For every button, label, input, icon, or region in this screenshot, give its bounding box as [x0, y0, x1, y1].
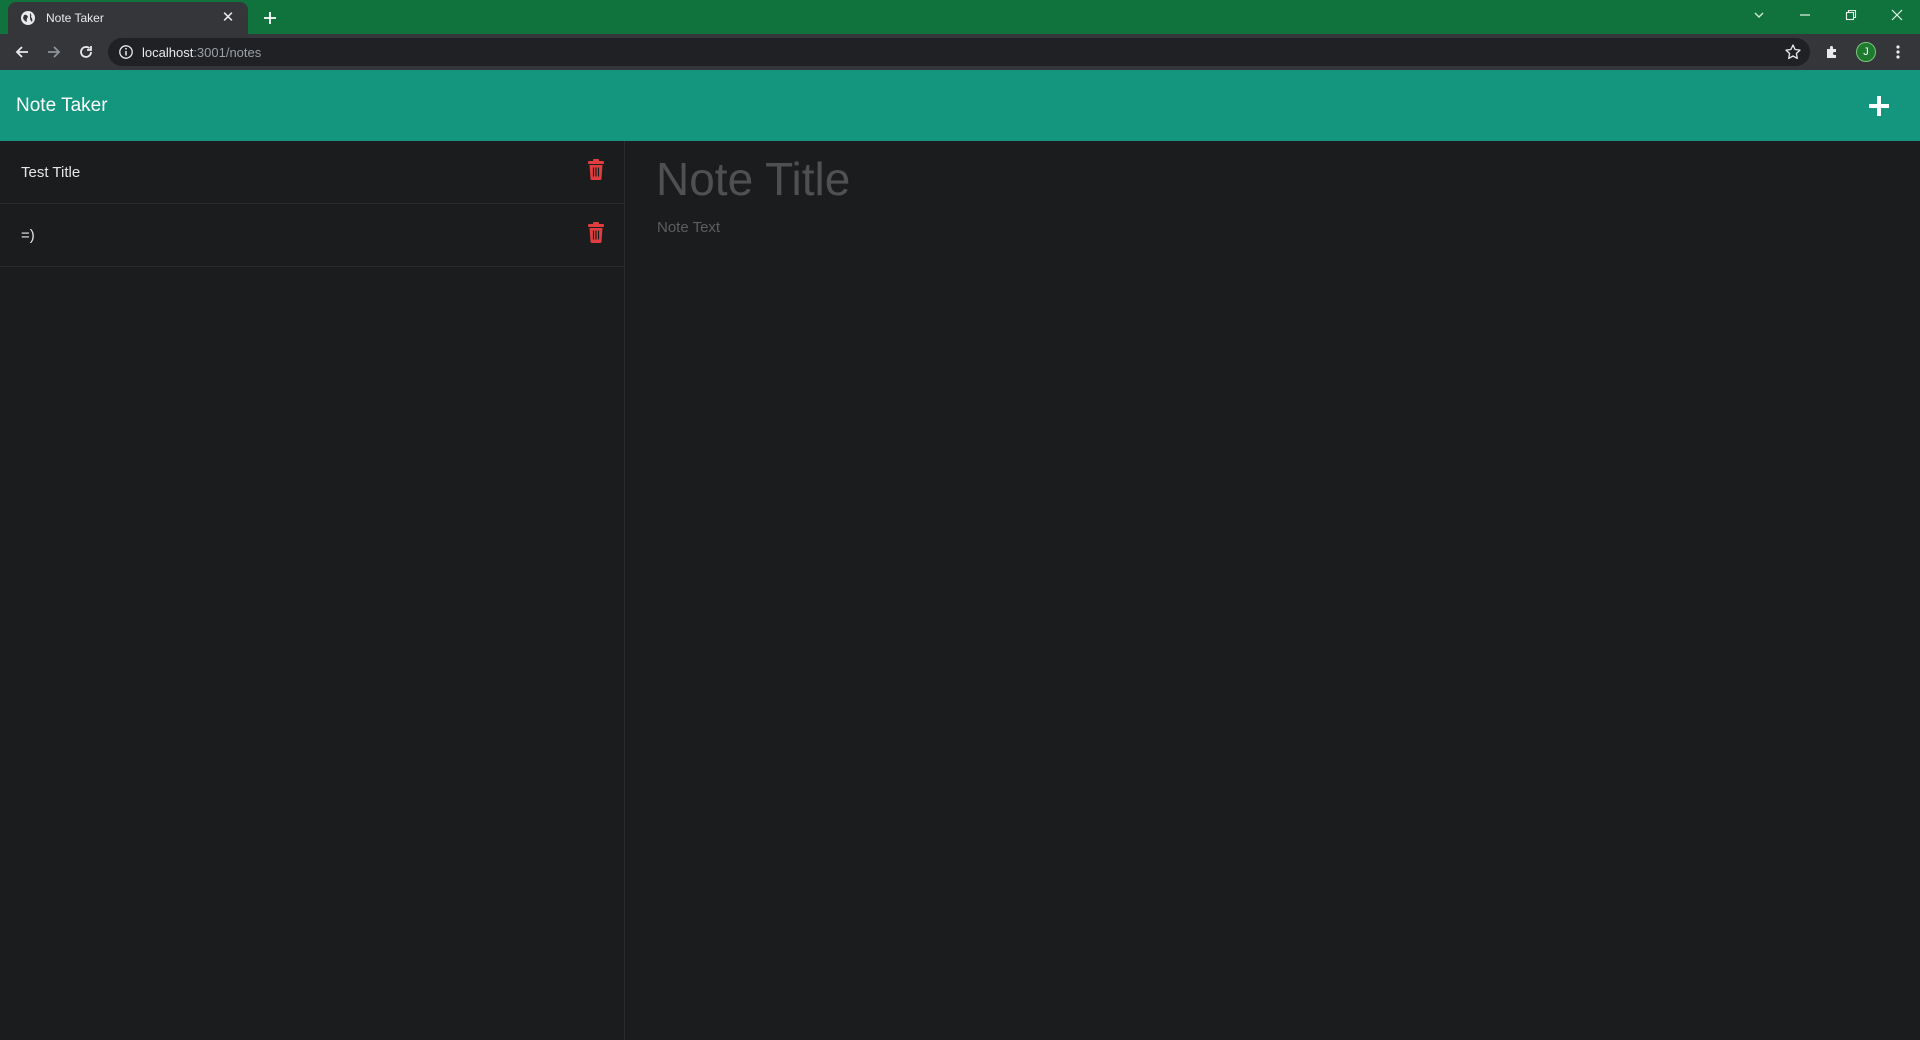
- tab-title: Note Taker: [46, 11, 104, 25]
- profile-avatar[interactable]: J: [1856, 42, 1876, 62]
- restore-icon: [1845, 9, 1857, 21]
- browser-toolbar: localhost:3001/notes J: [0, 34, 1920, 70]
- note-title-input[interactable]: [656, 151, 1886, 207]
- window-close-button[interactable]: [1874, 0, 1920, 30]
- trash-icon[interactable]: [587, 221, 605, 243]
- url-host: localhost: [142, 44, 194, 60]
- arrow-left-icon: [15, 46, 28, 58]
- globe-icon: [20, 10, 36, 26]
- minimize-icon: [1800, 14, 1810, 16]
- list-item[interactable]: Test Title: [0, 141, 624, 204]
- url-path: :3001/notes: [193, 44, 262, 60]
- info-icon[interactable]: [118, 44, 134, 60]
- minimize-button[interactable]: [1782, 0, 1828, 30]
- note-text-input[interactable]: [657, 219, 1887, 999]
- reload-icon: [80, 46, 92, 58]
- note-editor: [626, 141, 1920, 1040]
- trash-icon[interactable]: [587, 158, 605, 180]
- app-title[interactable]: Note Taker: [16, 70, 108, 141]
- note-list: Test Title =): [0, 141, 625, 1040]
- close-icon: [1891, 9, 1903, 21]
- back-button[interactable]: [10, 40, 34, 64]
- browser-tab-strip: Note Taker ✕: [0, 0, 1920, 34]
- star-icon[interactable]: [1784, 43, 1802, 61]
- plus-icon: [264, 12, 276, 24]
- forward-button[interactable]: [42, 40, 66, 64]
- app-navbar: Note Taker: [0, 70, 1920, 141]
- puzzle-icon: [1827, 46, 1836, 58]
- reload-button[interactable]: [74, 40, 98, 64]
- restore-button[interactable]: [1828, 0, 1874, 30]
- tab-search-button[interactable]: [1736, 0, 1782, 30]
- note-item-title[interactable]: Test Title: [21, 164, 80, 181]
- chevron-down-icon: [1754, 12, 1764, 18]
- address-bar[interactable]: localhost:3001/notes: [108, 38, 1810, 66]
- close-icon[interactable]: ✕: [220, 10, 236, 26]
- new-tab-button[interactable]: [258, 6, 282, 30]
- browser-menu-button[interactable]: [1888, 42, 1908, 62]
- browser-tab[interactable]: Note Taker ✕: [8, 2, 248, 34]
- extensions-button[interactable]: [1822, 42, 1842, 62]
- note-item-title[interactable]: =): [21, 227, 35, 244]
- plus-icon: [1869, 96, 1889, 116]
- new-note-button[interactable]: [1866, 93, 1892, 119]
- list-item[interactable]: =): [0, 204, 624, 267]
- arrow-right-icon: [48, 46, 61, 58]
- more-vertical-icon: [1896, 45, 1900, 59]
